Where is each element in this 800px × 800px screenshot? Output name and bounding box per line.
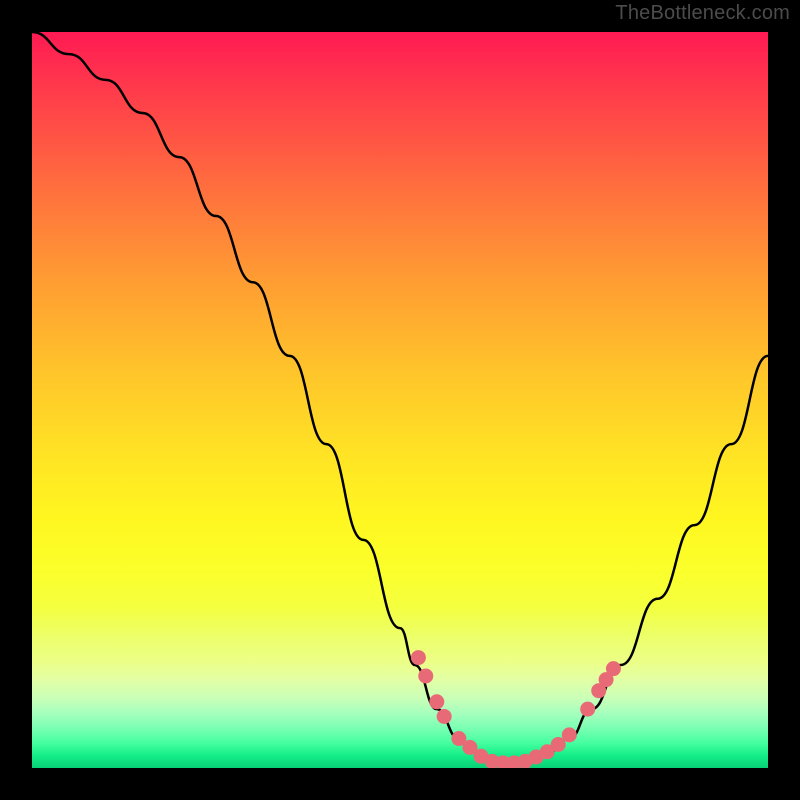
curve-dot [606, 661, 621, 676]
curve-dot [580, 702, 595, 717]
watermark-text: TheBottleneck.com [615, 2, 790, 25]
bottleneck-curve [32, 32, 768, 763]
curve-dot [437, 709, 452, 724]
curve-dot [429, 694, 444, 709]
plot-area [32, 32, 768, 768]
chart-svg [32, 32, 768, 768]
curve-dots-group [411, 650, 621, 768]
curve-dot [418, 669, 433, 684]
curve-dot [562, 727, 577, 742]
chart-frame: TheBottleneck.com [0, 0, 800, 800]
curve-dot [411, 650, 426, 665]
